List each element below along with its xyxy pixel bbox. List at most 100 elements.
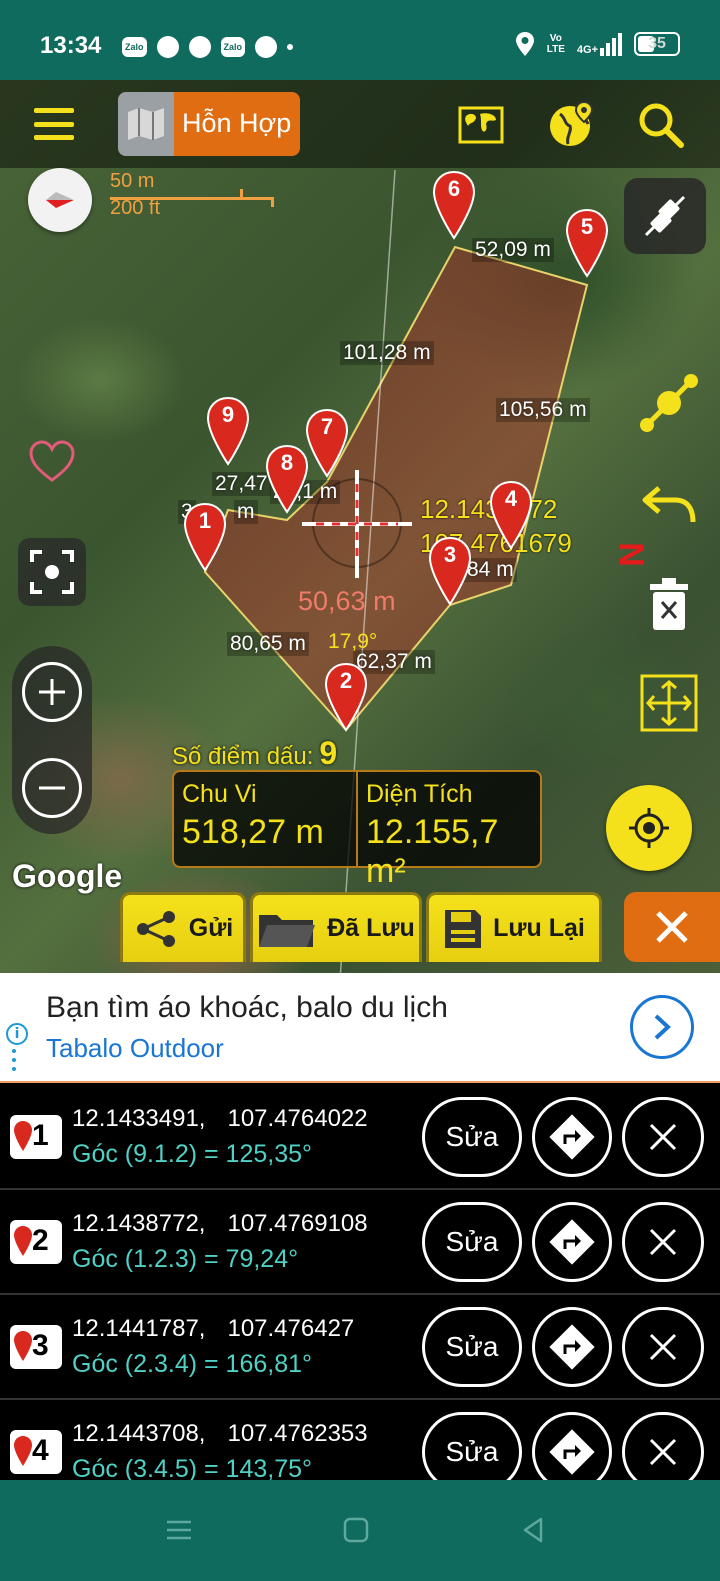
zoom-controls bbox=[12, 646, 92, 834]
top-toolbar bbox=[0, 80, 720, 168]
ad-options-icon[interactable] bbox=[12, 1049, 16, 1071]
map-marker-3[interactable]: 3 bbox=[427, 536, 473, 606]
delete-point-button[interactable] bbox=[622, 1202, 704, 1282]
map-type-button[interactable]: Hỗn Hợp bbox=[118, 92, 300, 156]
close-icon bbox=[649, 1333, 677, 1361]
list-item: 4 12.1443708, 107.4762353 Góc (3.4.5) = 1… bbox=[0, 1400, 720, 1480]
directions-button[interactable] bbox=[532, 1307, 612, 1387]
map-marker-8[interactable]: 8 bbox=[264, 444, 310, 514]
point-marker-icon: 3 bbox=[10, 1325, 62, 1369]
perimeter-box: Chu Vi 518,27 m bbox=[174, 772, 356, 866]
point-marker-icon: 1 bbox=[10, 1115, 62, 1159]
focus-button[interactable] bbox=[18, 538, 86, 606]
scale-metric: 50 m bbox=[110, 170, 155, 192]
messenger-icon bbox=[156, 36, 179, 58]
directions-button[interactable] bbox=[532, 1412, 612, 1480]
saved-button[interactable]: Đã Lưu bbox=[250, 892, 422, 962]
directions-button[interactable] bbox=[532, 1097, 612, 1177]
edit-button[interactable]: Sửa bbox=[422, 1412, 522, 1480]
map-marker-5[interactable]: 5 bbox=[564, 208, 610, 278]
favorite-icon[interactable] bbox=[28, 440, 76, 484]
point-angle: Góc (1.2.3) = 79,24° bbox=[72, 1245, 299, 1273]
scale-bar bbox=[110, 189, 274, 207]
segment-length-label: m bbox=[234, 500, 258, 524]
map-marker-7[interactable]: 7 bbox=[304, 408, 350, 478]
delete-point-button[interactable] bbox=[622, 1097, 704, 1177]
compass-needle-icon bbox=[46, 192, 74, 208]
save-button[interactable]: Lưu Lại bbox=[426, 892, 602, 962]
map-scale: 50 m 200 ft bbox=[110, 170, 160, 220]
map-marker-9[interactable]: 9 bbox=[205, 396, 251, 466]
close-measurement-button[interactable] bbox=[624, 892, 720, 962]
trash-icon bbox=[650, 578, 688, 630]
back-icon[interactable] bbox=[517, 1514, 549, 1546]
measurement-summary: Chu Vi 518,27 m Diện Tích 12.155,7 m² bbox=[172, 770, 542, 890]
more-notifications-icon bbox=[287, 44, 294, 50]
delete-point-button[interactable] bbox=[622, 1412, 704, 1480]
google-attribution: Google bbox=[12, 858, 123, 894]
scale-imperial: 200 ft bbox=[110, 197, 161, 219]
point-count: Số điểm dấu: 9 bbox=[172, 735, 338, 771]
delete-all-button[interactable] bbox=[636, 572, 702, 638]
my-location-button[interactable] bbox=[606, 785, 692, 871]
minus-icon bbox=[39, 786, 65, 790]
undo-button[interactable] bbox=[636, 472, 702, 538]
disconnect-button[interactable] bbox=[624, 178, 706, 254]
ad-title: Bạn tìm áo khoác, balo du lịch bbox=[46, 991, 448, 1024]
ad-open-button[interactable] bbox=[630, 995, 694, 1059]
directions-button[interactable] bbox=[532, 1202, 612, 1282]
search-icon[interactable] bbox=[636, 100, 686, 150]
points-list[interactable]: 1 12.1433491, 107.4764022 Góc (9.1.2) = 1… bbox=[0, 1085, 720, 1480]
globe-location-icon[interactable] bbox=[546, 100, 596, 150]
list-item: 1 12.1433491, 107.4764022 Góc (9.1.2) = 1… bbox=[0, 1085, 720, 1190]
map-marker-1[interactable]: 1 bbox=[182, 502, 228, 572]
area-value: 12.155,7 m² bbox=[366, 813, 499, 890]
delete-point-button[interactable] bbox=[622, 1307, 704, 1387]
ad-banner[interactable]: i Bạn tìm áo khoác, balo du lịch Tabalo … bbox=[0, 973, 720, 1083]
crosshair-angle: 17,9° bbox=[328, 630, 378, 653]
point-coordinates: 12.1441787, 107.476427 bbox=[72, 1315, 355, 1342]
fit-bounds-button[interactable] bbox=[636, 670, 702, 736]
map-marker-2[interactable]: 2 bbox=[323, 662, 369, 732]
location-icon bbox=[515, 32, 534, 56]
menu-button[interactable] bbox=[32, 102, 76, 146]
directions-icon bbox=[549, 1219, 595, 1265]
area-label: Diện Tích bbox=[366, 780, 473, 808]
edit-button[interactable]: Sửa bbox=[422, 1097, 522, 1177]
close-icon bbox=[656, 911, 688, 943]
ad-info-icon[interactable]: i bbox=[6, 1023, 28, 1045]
north-indicator: N bbox=[611, 542, 650, 567]
status-bar: 13:34 Zalo Zalo Vo LTE 4G+ 35 bbox=[0, 0, 720, 80]
home-icon[interactable] bbox=[340, 1514, 372, 1546]
point-angle: Góc (3.4.5) = 143,75° bbox=[72, 1455, 313, 1480]
zalo-icon: Zalo bbox=[122, 37, 147, 57]
focus-target-icon bbox=[30, 550, 74, 594]
zoom-out-button[interactable] bbox=[22, 758, 82, 818]
point-angle: Góc (2.3.4) = 166,81° bbox=[72, 1350, 313, 1378]
recent-apps-icon[interactable] bbox=[163, 1514, 195, 1546]
notification-icons: Zalo Zalo bbox=[122, 36, 294, 58]
area-box: Diện Tích 12.155,7 m² bbox=[356, 772, 540, 890]
send-button[interactable]: Gửi bbox=[120, 892, 246, 962]
compass-button[interactable] bbox=[28, 168, 92, 232]
list-item: 2 12.1438772, 107.4769108 Góc (1.2.3) = 7… bbox=[0, 1190, 720, 1295]
map-view[interactable]: Hỗn Hợp 50 m 200 ft 52,09 m 101,28 m 105… bbox=[0, 80, 720, 973]
point-marker-icon: 4 bbox=[10, 1430, 62, 1474]
map-marker-6[interactable]: 6 bbox=[431, 170, 477, 240]
directions-icon bbox=[549, 1324, 595, 1370]
map-marker-4[interactable]: 4 bbox=[488, 480, 534, 550]
status-time: 13:34 bbox=[40, 32, 102, 59]
segment-length-label: 27,47 bbox=[212, 472, 271, 496]
draw-line-button[interactable] bbox=[636, 370, 702, 436]
point-coordinates: 12.1433491, 107.4764022 bbox=[72, 1105, 368, 1132]
point-angle: Góc (9.1.2) = 125,35° bbox=[72, 1140, 313, 1168]
zalo-icon: Zalo bbox=[220, 37, 246, 57]
floppy-disk-icon bbox=[445, 909, 482, 948]
edit-button[interactable]: Sửa bbox=[422, 1307, 522, 1387]
undo-icon bbox=[642, 486, 696, 523]
zoom-in-button[interactable] bbox=[22, 662, 82, 722]
list-item: 3 12.1441787, 107.476427 Góc (2.3.4) = 16… bbox=[0, 1295, 720, 1400]
messenger-icon bbox=[255, 36, 278, 58]
world-map-icon[interactable] bbox=[456, 100, 506, 150]
edit-button[interactable]: Sửa bbox=[422, 1202, 522, 1282]
